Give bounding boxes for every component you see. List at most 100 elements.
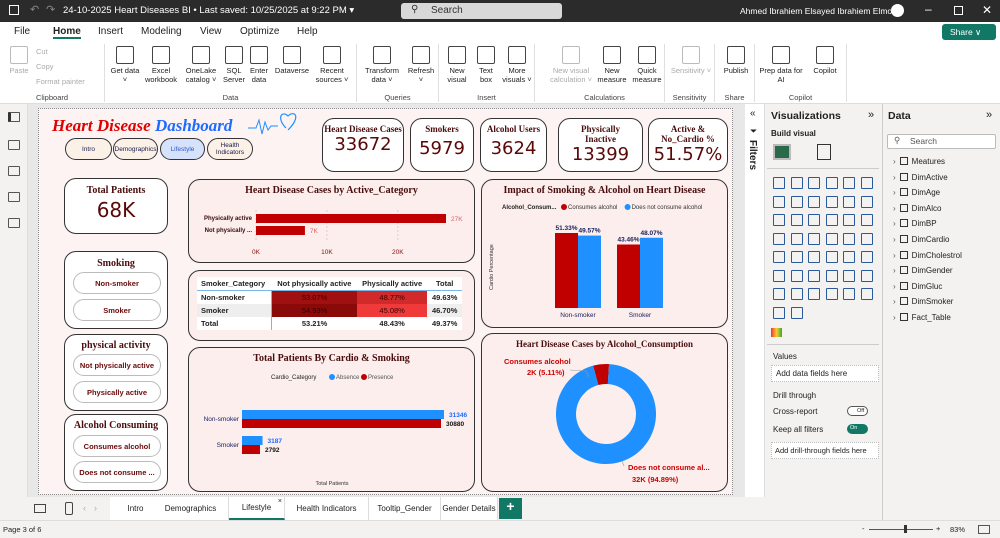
- data-table-dimsmoker[interactable]: › DimSmoker: [893, 297, 953, 306]
- values-drop-zone[interactable]: Add data fields here: [771, 365, 879, 382]
- mobile-layout-icon[interactable]: [65, 502, 73, 515]
- visual-type-icon[interactable]: [843, 288, 855, 300]
- menu-modeling[interactable]: Modeling: [141, 26, 182, 37]
- data-table-dimgluc[interactable]: › DimGluc: [893, 281, 942, 291]
- document-title[interactable]: 24-10-2025 Heart Diseases BI • Last save…: [63, 5, 354, 16]
- visual-type-icon[interactable]: [773, 306, 785, 319]
- data-table-dimcholestrol[interactable]: › DimCholestrol: [893, 250, 962, 260]
- bar[interactable]: [578, 235, 601, 308]
- bar[interactable]: [256, 226, 305, 235]
- legend-label[interactable]: Absence: [336, 375, 360, 381]
- ribbon-button-onelake-catalog[interactable]: OneLake catalog ˅: [181, 46, 221, 84]
- nav-intro-button[interactable]: Intro: [65, 138, 112, 160]
- ribbon-button-more-visuals[interactable]: More visuals ˅: [501, 46, 533, 84]
- bar[interactable]: [242, 436, 263, 445]
- nav-health-indicators-button[interactable]: Health Indicators: [207, 138, 253, 160]
- visual-type-icon[interactable]: [808, 251, 820, 263]
- collapse-viz-icon[interactable]: »: [868, 109, 874, 121]
- visual-type-icon[interactable]: [773, 214, 785, 226]
- data-search-input[interactable]: ⚲ Search: [887, 134, 996, 149]
- ribbon-cut-button[interactable]: Cut: [36, 47, 48, 56]
- visual-type-icon[interactable]: [843, 214, 855, 226]
- redo-icon[interactable]: ↷: [46, 3, 55, 16]
- cross-report-toggle[interactable]: Off: [847, 406, 868, 416]
- close-tab-icon[interactable]: ×: [278, 498, 282, 505]
- visual-type-icon[interactable]: [860, 214, 873, 226]
- zoom-slider-thumb[interactable]: [904, 525, 908, 533]
- visual-type-icon[interactable]: [825, 269, 838, 282]
- visual-type-icon[interactable]: [790, 306, 803, 319]
- smoker-activity-matrix[interactable]: Smoker_Category Not physically active Ph…: [188, 270, 475, 341]
- alcohol-donut-chart[interactable]: Heart Disease Cases by Alcohol_Consumpti…: [481, 333, 728, 492]
- data-table-meatures[interactable]: › Meatures: [893, 157, 945, 166]
- search-input[interactable]: ⚲ Search: [401, 3, 562, 19]
- visual-type-icon[interactable]: [773, 232, 785, 245]
- fit-to-page-icon[interactable]: [978, 525, 990, 534]
- ribbon-button-sensitivity[interactable]: Sensitivity ˅: [669, 46, 713, 75]
- add-page-button[interactable]: +: [499, 498, 522, 519]
- slicer-item-does-not-consume[interactable]: Does not consume ...: [73, 461, 161, 483]
- visual-type-icon[interactable]: [843, 232, 855, 245]
- data-table-dimactive[interactable]: › DimActive: [893, 172, 948, 182]
- matrix-header[interactable]: Physically active: [357, 277, 427, 291]
- visual-type-icon[interactable]: [860, 251, 873, 263]
- visual-type-icon[interactable]: [825, 251, 838, 263]
- page-tab-gender-details[interactable]: Gender Details: [441, 497, 498, 520]
- bar[interactable]: [555, 233, 578, 308]
- save-icon[interactable]: [9, 5, 19, 15]
- table-view-icon[interactable]: [8, 140, 20, 150]
- visual-type-icon[interactable]: [825, 195, 838, 208]
- expand-filters-icon[interactable]: «: [750, 108, 756, 119]
- ribbon-button-excel-workbook[interactable]: Excel workbook: [143, 46, 179, 84]
- page-tab-lifestyle[interactable]: Lifestyle ×: [229, 497, 285, 520]
- visual-type-icon[interactable]: [843, 269, 855, 282]
- visual-type-icon[interactable]: [790, 214, 803, 226]
- matrix-header[interactable]: Not physically active: [272, 277, 357, 291]
- ribbon-button-quick-measure[interactable]: Quick measure: [631, 46, 663, 84]
- ribbon-button-prep-data-for-ai[interactable]: Prep data for AI: [759, 46, 803, 84]
- visual-type-icon[interactable]: [773, 269, 785, 282]
- visual-type-icon[interactable]: [808, 269, 820, 282]
- visual-type-icon[interactable]: [773, 288, 785, 300]
- visual-type-icon[interactable]: [860, 195, 873, 208]
- format-visual-tab-icon[interactable]: [817, 144, 831, 160]
- visual-type-icon[interactable]: [843, 177, 855, 189]
- ribbon-button-sql-server[interactable]: SQL Server: [223, 46, 245, 84]
- build-visual-tab-icon[interactable]: [773, 144, 791, 160]
- legend-label[interactable]: Consumes alcohol: [568, 205, 617, 211]
- menu-view[interactable]: View: [200, 26, 222, 37]
- bar[interactable]: [242, 419, 441, 428]
- ribbon-button-text-box[interactable]: Text box: [473, 46, 499, 84]
- desktop-layout-icon[interactable]: [34, 504, 46, 513]
- visual-type-icon[interactable]: [790, 269, 803, 282]
- active-category-chart[interactable]: Heart Disease Cases by Active_Category 0K…: [188, 179, 475, 263]
- bar[interactable]: [242, 410, 444, 419]
- nav-demographics-button[interactable]: Demographics: [113, 138, 158, 160]
- visual-type-icon[interactable]: [860, 232, 873, 245]
- zoom-slider[interactable]: [869, 529, 933, 530]
- ribbon-button-new-measure[interactable]: New measure: [595, 46, 629, 84]
- visual-type-icon[interactable]: [808, 177, 820, 189]
- legend-label[interactable]: Presence: [368, 375, 394, 381]
- slicer-item-smoker[interactable]: Smoker: [73, 299, 161, 321]
- data-table-dimage[interactable]: › DimAge: [893, 188, 940, 197]
- data-table-dimgender[interactable]: › DimGender: [893, 266, 953, 275]
- visual-type-icon[interactable]: [790, 232, 803, 245]
- visual-type-icon[interactable]: [773, 251, 785, 263]
- legend-label[interactable]: Does not consume alcohol: [632, 205, 703, 211]
- bar[interactable]: [256, 214, 446, 223]
- minimize-icon[interactable]: –: [925, 2, 932, 16]
- close-icon[interactable]: ✕: [982, 3, 992, 17]
- visual-type-icon[interactable]: [808, 232, 820, 245]
- visual-type-icon[interactable]: [790, 288, 803, 300]
- smoking-alcohol-chart[interactable]: Impact of Smoking & Alcohol on Heart Dis…: [481, 179, 728, 328]
- menu-insert[interactable]: Insert: [98, 26, 123, 37]
- menu-file[interactable]: File: [14, 26, 30, 37]
- visual-type-icon[interactable]: [808, 195, 820, 208]
- bar[interactable]: [617, 244, 640, 308]
- ribbon-button-dataverse[interactable]: Dataverse: [273, 46, 311, 75]
- ribbon-format-painter-button[interactable]: Format painter: [36, 77, 85, 86]
- ribbon-button-enter-data[interactable]: Enter data: [247, 46, 271, 84]
- visual-type-icon[interactable]: [825, 288, 838, 300]
- collapse-data-icon[interactable]: »: [986, 109, 992, 121]
